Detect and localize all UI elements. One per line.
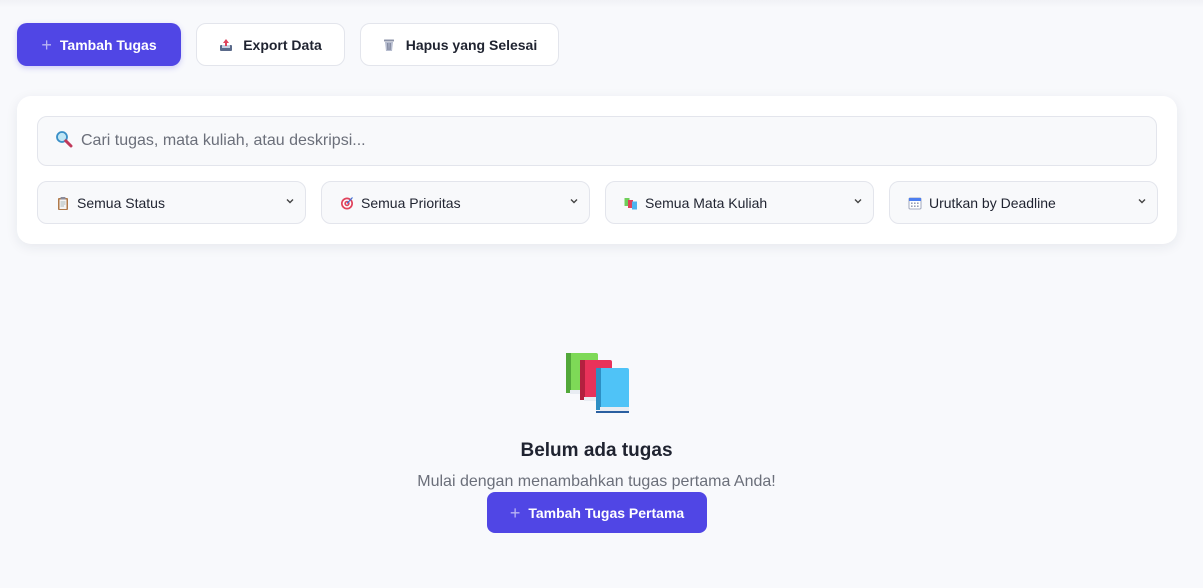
toolbar: + Tambah Tugas Export Data Hapus yang Se… bbox=[17, 23, 559, 66]
course-filter-select[interactable]: Semua Mata Kuliah bbox=[605, 181, 874, 224]
chevron-down-icon bbox=[854, 199, 862, 204]
sort-select[interactable]: Urutkan by Deadline bbox=[889, 181, 1158, 224]
add-first-task-label: Tambah Tugas Pertama bbox=[528, 504, 685, 521]
add-task-button[interactable]: + Tambah Tugas bbox=[17, 23, 181, 66]
plus-icon: + bbox=[41, 34, 52, 55]
search-icon bbox=[55, 130, 73, 153]
calendar-icon bbox=[908, 196, 922, 210]
empty-state-subtitle: Mulai dengan menambahkan tugas pertama A… bbox=[417, 473, 776, 490]
books-icon bbox=[624, 196, 638, 210]
add-first-task-button[interactable]: + Tambah Tugas Pertama bbox=[487, 492, 707, 533]
export-data-button[interactable]: Export Data bbox=[196, 23, 345, 66]
empty-state-title: Belum ada tugas bbox=[520, 440, 673, 461]
wastebasket-icon bbox=[382, 38, 396, 52]
clear-completed-button[interactable]: Hapus yang Selesai bbox=[360, 23, 559, 66]
chevron-down-icon bbox=[1138, 199, 1146, 204]
priority-filter-label: Semua Prioritas bbox=[361, 194, 461, 211]
books-icon bbox=[566, 353, 629, 413]
target-icon bbox=[340, 196, 354, 210]
plus-icon: + bbox=[509, 502, 521, 523]
search-box[interactable] bbox=[37, 116, 1157, 166]
sort-label: Urutkan by Deadline bbox=[929, 194, 1056, 211]
course-filter-label: Semua Mata Kuliah bbox=[645, 194, 768, 211]
filter-selects: Semua Status Semua Prioritas Semua Mata … bbox=[37, 181, 1158, 224]
chevron-down-icon bbox=[286, 199, 294, 204]
outbox-tray-icon bbox=[219, 38, 233, 52]
export-data-label: Export Data bbox=[243, 36, 322, 53]
clear-completed-label: Hapus yang Selesai bbox=[405, 36, 538, 53]
status-filter-label: Semua Status bbox=[77, 194, 165, 211]
top-shadow bbox=[0, 0, 1203, 8]
filter-card: Semua Status Semua Prioritas bbox=[17, 96, 1177, 244]
chevron-down-icon bbox=[570, 199, 578, 204]
add-task-label: Tambah Tugas bbox=[59, 36, 157, 53]
status-filter-select[interactable]: Semua Status bbox=[37, 181, 306, 224]
clipboard-icon bbox=[56, 196, 70, 210]
priority-filter-select[interactable]: Semua Prioritas bbox=[321, 181, 590, 224]
search-input[interactable] bbox=[81, 132, 1081, 150]
